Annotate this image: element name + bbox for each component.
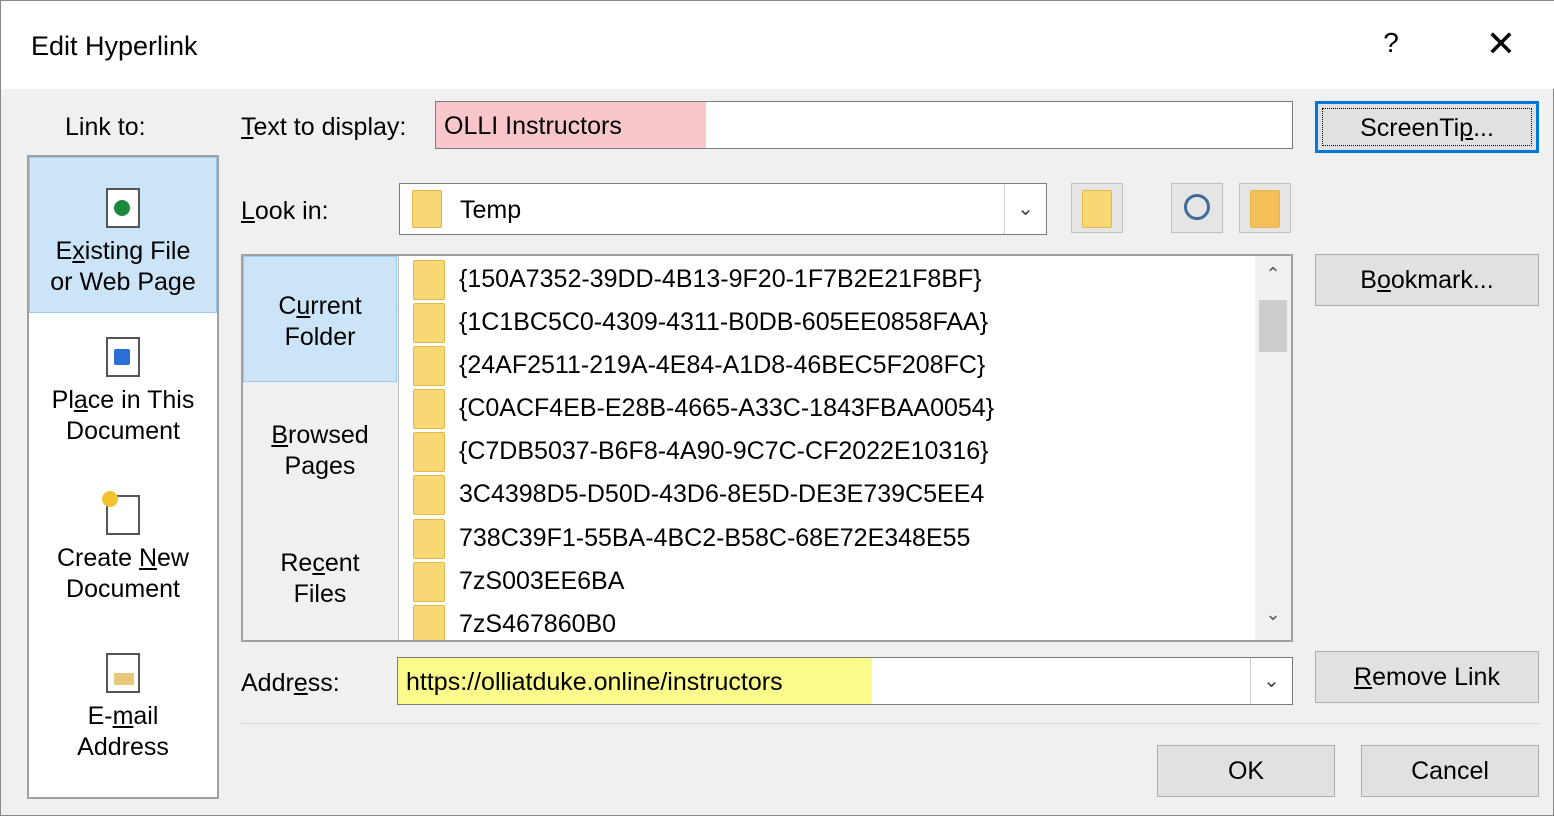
tab-recent-files[interactable]: Recent Files xyxy=(243,548,397,610)
list-item[interactable]: 738C39F1-55BA-4BC2-B58C-68E72E348E55 xyxy=(413,517,1253,560)
link-to-place-in-document[interactable]: Place in This Document xyxy=(29,337,217,457)
link-to-existing-file-line2: or Web Page xyxy=(50,268,196,296)
help-button[interactable]: ? xyxy=(1371,27,1411,67)
list-item[interactable]: {1C1BC5C0-4309-4311-B0DB-605EE0858FAA} xyxy=(413,301,1253,344)
address-label: Address: xyxy=(241,669,340,697)
link-to-existing-file[interactable]: Existing File or Web Page xyxy=(29,157,217,313)
list-item[interactable]: 7zS003EE6BA xyxy=(413,560,1253,603)
link-to-create-line2: Document xyxy=(66,575,180,603)
chevron-down-icon[interactable]: ⌄ xyxy=(1250,658,1292,704)
cancel-button[interactable]: Cancel xyxy=(1361,745,1539,797)
file-name: {150A7352-39DD-4B13-9F20-1F7B2E21F8BF} xyxy=(459,265,982,293)
link-to-email-address[interactable]: E-mail Address xyxy=(29,653,217,773)
up-one-folder-icon[interactable] xyxy=(1071,183,1123,233)
list-item[interactable]: {C7DB5037-B6F8-4A90-9C7C-CF2022E10316} xyxy=(413,430,1253,473)
tab-recent-files-line2: Files xyxy=(293,580,347,608)
file-list-box: Current Folder Browsed Pages Recent File… xyxy=(241,254,1293,642)
screentip-button[interactable]: ScreenTip... xyxy=(1315,101,1539,153)
look-in-value: Temp xyxy=(460,196,522,224)
folder-icon xyxy=(413,605,445,640)
remove-link-button[interactable]: Remove Link xyxy=(1315,651,1539,703)
text-to-display-label: Text to display: xyxy=(241,113,407,141)
tab-browsed-pages-line2: Pages xyxy=(284,452,356,480)
close-button[interactable]: ✕ xyxy=(1477,23,1525,71)
browse-file-icon[interactable] xyxy=(1239,183,1291,233)
vertical-scrollbar[interactable]: ⌃ ⌄ xyxy=(1255,256,1291,640)
list-item[interactable]: {24AF2511-219A-4E84-A1D8-46BEC5F208FC} xyxy=(413,344,1253,387)
tab-current-folder-line2: Folder xyxy=(284,323,356,351)
scroll-down-icon[interactable]: ⌄ xyxy=(1255,604,1291,632)
title-bar: Edit Hyperlink ? ✕ xyxy=(1,1,1554,89)
screentip-label: ScreenTip... xyxy=(1360,114,1494,142)
folder-icon xyxy=(413,562,445,602)
text-to-display-value: OLLI Instructors xyxy=(444,112,622,140)
edit-hyperlink-dialog: Edit Hyperlink ? ✕ Link to: Existing Fil… xyxy=(0,0,1554,816)
tab-browsed-pages[interactable]: Browsed Pages xyxy=(243,420,397,482)
browse-tabs: Current Folder Browsed Pages Recent File… xyxy=(243,256,399,640)
folder-icon xyxy=(413,519,445,559)
list-item[interactable]: 3C4398D5-D50D-43D6-8E5D-DE3E739C5EE4 xyxy=(413,473,1253,516)
email-icon xyxy=(106,653,140,693)
file-name: 7zS467860B0 xyxy=(459,610,617,638)
scrollbar-thumb[interactable] xyxy=(1259,300,1287,352)
file-name: {24AF2511-219A-4E84-A1D8-46BEC5F208FC} xyxy=(459,351,986,379)
separator xyxy=(241,723,1541,724)
file-name: {C0ACF4EB-E28B-4665-A33C-1843FBAA0054} xyxy=(459,394,995,422)
file-name: 3C4398D5-D50D-43D6-8E5D-DE3E739C5EE4 xyxy=(459,480,985,508)
link-to-email-line2: Address xyxy=(77,733,169,761)
list-item[interactable]: {C0ACF4EB-E28B-4665-A33C-1843FBAA0054} xyxy=(413,387,1253,430)
look-in-label: Look in: xyxy=(241,197,329,225)
ok-button[interactable]: OK xyxy=(1157,745,1335,797)
folder-icon xyxy=(413,432,445,472)
new-document-icon xyxy=(102,491,140,535)
file-name: {C7DB5037-B6F8-4A90-9C7C-CF2022E10316} xyxy=(459,437,989,465)
text-to-display-input[interactable]: OLLI Instructors xyxy=(435,101,1293,149)
bookmark-button[interactable]: Bookmark... xyxy=(1315,254,1539,306)
look-in-dropdown[interactable]: Temp ⌄ xyxy=(399,183,1047,235)
place-in-document-icon xyxy=(106,337,140,377)
chevron-down-icon[interactable]: ⌄ xyxy=(1004,184,1046,234)
address-input[interactable]: https://olliatduke.online/instructors ⌄ xyxy=(397,657,1293,705)
folder-icon xyxy=(413,475,445,515)
address-value: https://olliatduke.online/instructors xyxy=(406,668,783,696)
folder-icon xyxy=(413,389,445,429)
link-to-label: Link to: xyxy=(65,113,146,141)
file-name: {1C1BC5C0-4309-4311-B0DB-605EE0858FAA} xyxy=(459,308,989,336)
list-item[interactable]: {150A7352-39DD-4B13-9F20-1F7B2E21F8BF} xyxy=(413,258,1253,301)
link-to-panel: Existing File or Web Page Place in This … xyxy=(27,155,219,799)
link-to-place-line2: Document xyxy=(66,417,180,445)
dialog-title: Edit Hyperlink xyxy=(31,31,198,61)
folder-icon xyxy=(413,303,445,343)
file-name: 738C39F1-55BA-4BC2-B58C-68E72E348E55 xyxy=(459,524,971,552)
browse-web-icon[interactable] xyxy=(1171,183,1223,233)
list-item[interactable]: 7zS467860B0 xyxy=(413,603,1253,640)
folder-icon xyxy=(413,260,445,300)
tab-current-folder[interactable]: Current Folder xyxy=(243,256,397,382)
folder-icon xyxy=(412,190,442,228)
file-name: 7zS003EE6BA xyxy=(459,567,625,595)
link-to-create-new-document[interactable]: Create New Document xyxy=(29,491,217,615)
scroll-up-icon[interactable]: ⌃ xyxy=(1255,264,1291,292)
folder-icon xyxy=(413,346,445,386)
existing-file-icon xyxy=(106,188,140,228)
